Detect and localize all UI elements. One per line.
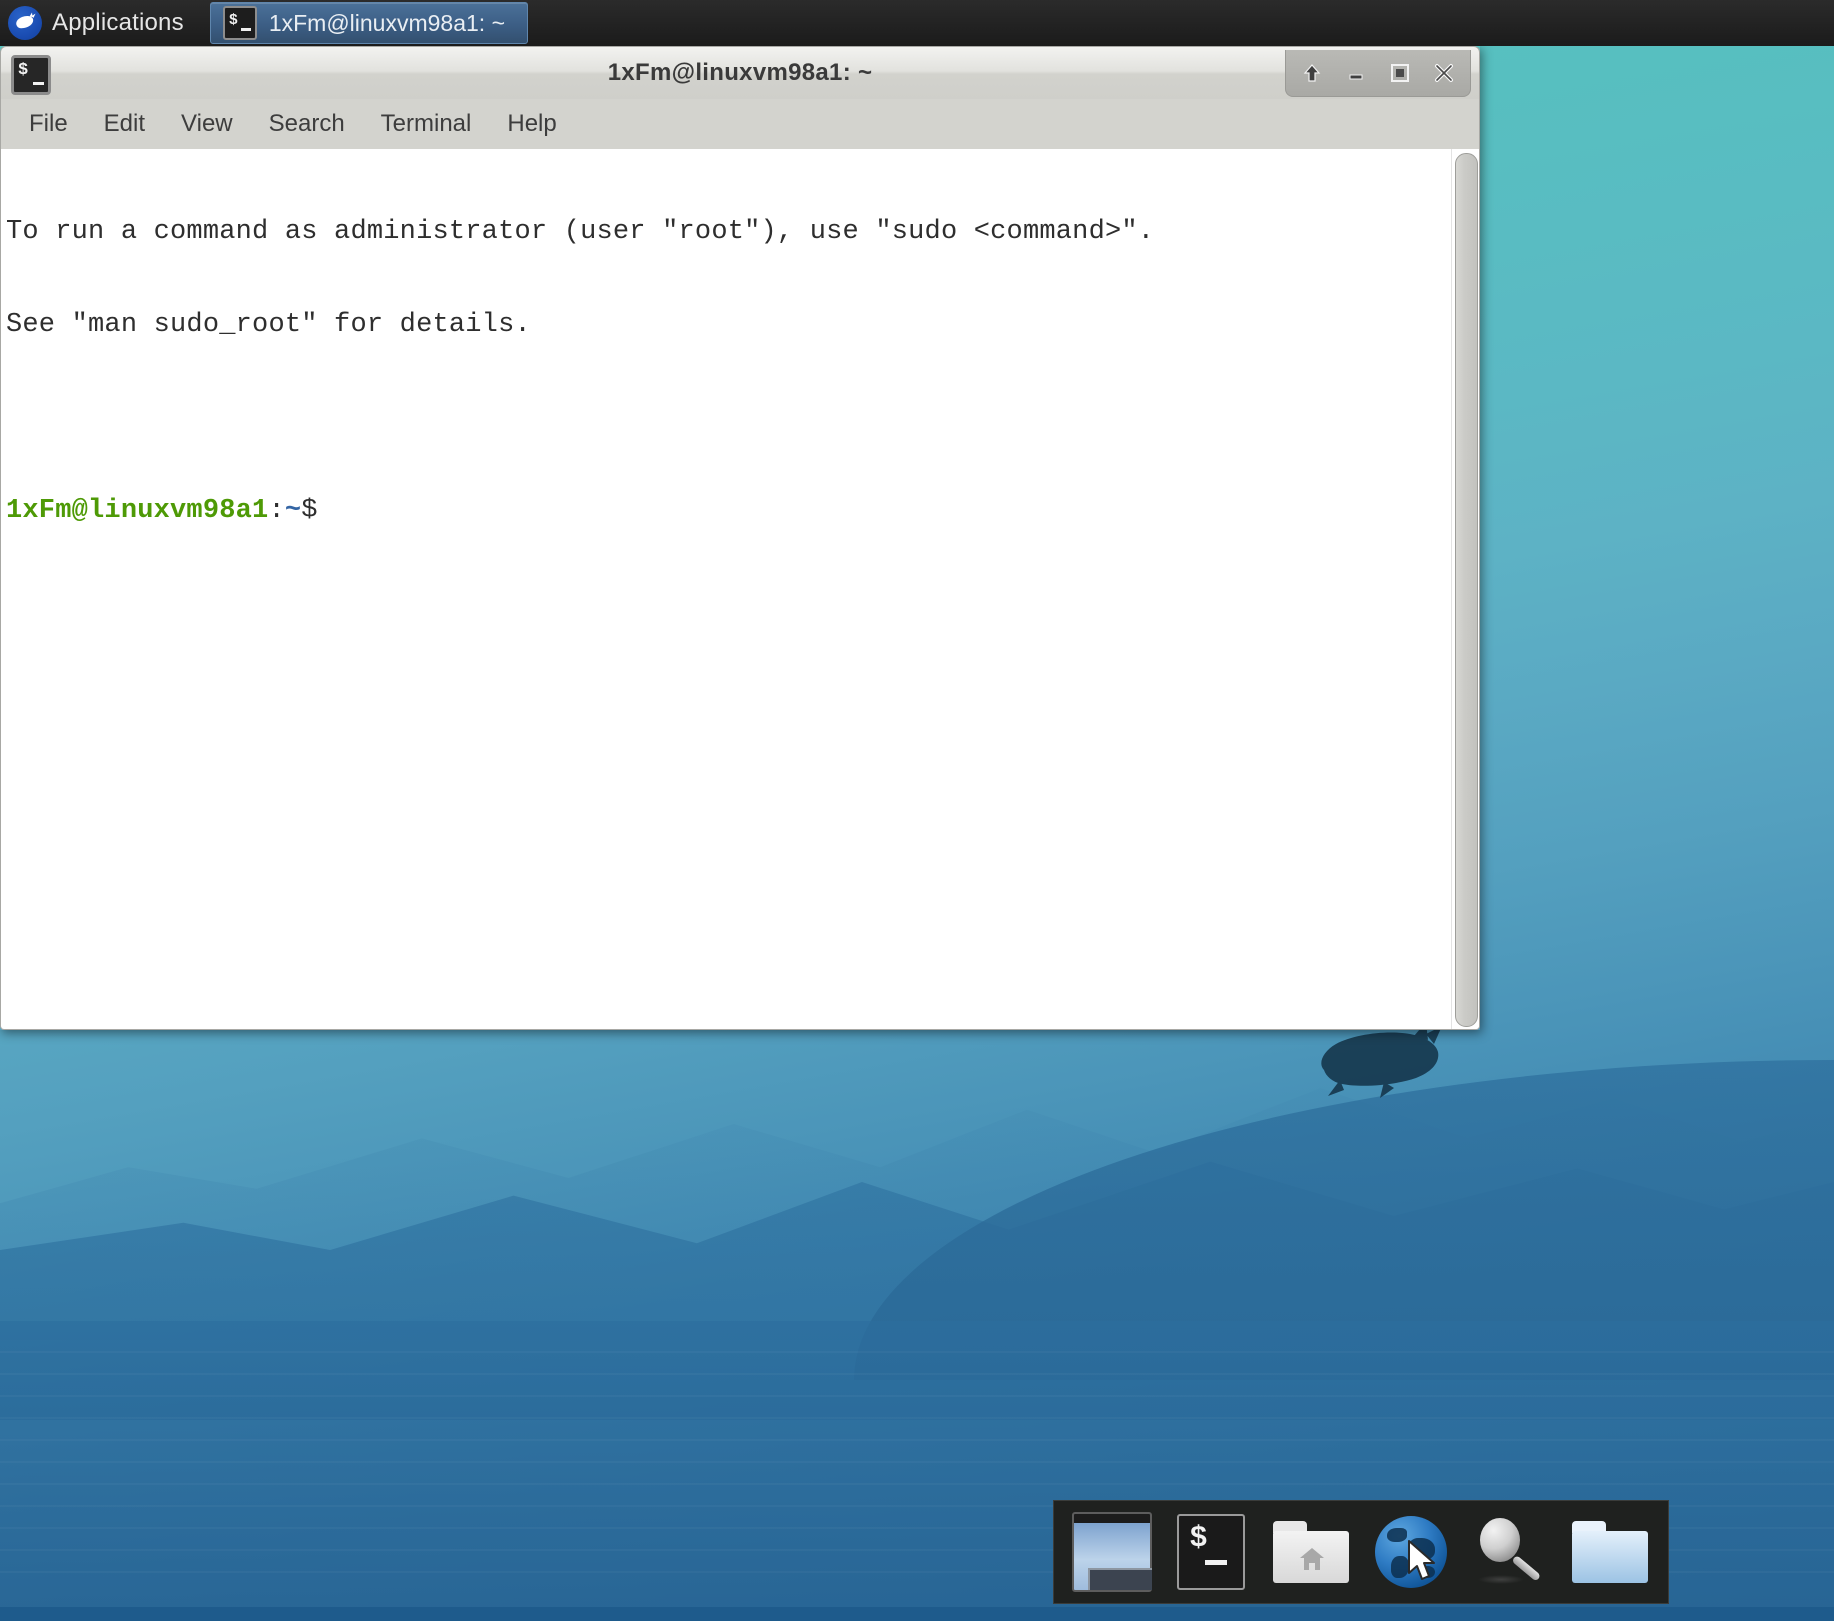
dock-item-file-manager[interactable] xyxy=(1568,1510,1652,1594)
menu-search[interactable]: Search xyxy=(253,104,361,144)
house-glyph-icon xyxy=(1300,1548,1325,1570)
taskbar-item-terminal[interactable]: 1xFm@linuxvm98a1: ~ xyxy=(209,2,529,44)
window-controls xyxy=(1285,50,1471,97)
magnifier-icon xyxy=(1474,1516,1546,1588)
terminal-menubar: File Edit View Search Terminal Help xyxy=(0,99,1480,149)
vertical-scrollbar[interactable] xyxy=(1451,149,1479,1029)
dock-item-home-folder[interactable] xyxy=(1269,1510,1353,1594)
top-panel: Applications 1xFm@linuxvm98a1: ~ xyxy=(0,0,1834,46)
desktop-screen: Applications 1xFm@linuxvm98a1: ~ 1xFm@li… xyxy=(0,0,1834,1621)
show-desktop-icon xyxy=(1071,1512,1152,1592)
terminal-icon xyxy=(1177,1514,1246,1590)
prompt-path: ~ xyxy=(284,496,302,526)
dock-item-web-browser[interactable] xyxy=(1369,1510,1453,1594)
terminal-icon xyxy=(222,6,257,40)
menu-help[interactable]: Help xyxy=(491,104,572,144)
wallpaper-bottom-band xyxy=(0,1607,1834,1621)
close-button[interactable] xyxy=(1424,53,1464,93)
taskbar-item-label: 1xFm@linuxvm98a1: ~ xyxy=(268,9,506,36)
window-titlebar[interactable]: 1xFm@linuxvm98a1: ~ xyxy=(0,46,1480,99)
applications-menu-button[interactable]: Applications xyxy=(0,0,200,46)
folder-icon xyxy=(1572,1521,1649,1583)
maximize-button[interactable] xyxy=(1380,53,1420,93)
xubuntu-mouse-icon xyxy=(8,6,42,40)
prompt-user-host: 1xFm@linuxvm98a1 xyxy=(6,496,269,526)
menu-terminal[interactable]: Terminal xyxy=(365,104,488,144)
dock-item-terminal[interactable] xyxy=(1169,1510,1253,1594)
dock-item-show-desktop[interactable] xyxy=(1070,1510,1154,1594)
scrollbar-thumb[interactable] xyxy=(1455,153,1478,1027)
prompt-sigil: $ xyxy=(301,496,318,526)
terminal-output-area[interactable]: To run a command as administrator (user … xyxy=(1,149,1451,1029)
terminal-icon xyxy=(11,55,51,95)
shade-button[interactable] xyxy=(1292,53,1332,93)
window-title: 1xFm@linuxvm98a1: ~ xyxy=(607,59,873,86)
terminal-line: To run a command as administrator (user … xyxy=(6,217,1155,247)
menu-file[interactable]: File xyxy=(13,104,84,144)
menu-view[interactable]: View xyxy=(165,104,249,144)
terminal-line: See "man sudo_root" for details. xyxy=(6,310,531,340)
terminal-window: 1xFm@linuxvm98a1: ~ xyxy=(0,46,1480,1030)
dock-panel xyxy=(1053,1500,1669,1604)
xubuntu-mouse-logo-icon xyxy=(1321,1022,1442,1098)
minimize-button[interactable] xyxy=(1336,53,1376,93)
dock-item-search[interactable] xyxy=(1468,1510,1552,1594)
mouse-cursor-icon xyxy=(1407,1540,1435,1580)
terminal-prompt-line: 1xFm@linuxvm98a1:~$ xyxy=(6,496,1451,527)
home-folder-icon xyxy=(1273,1521,1350,1583)
terminal-body: To run a command as administrator (user … xyxy=(0,149,1480,1030)
prompt-colon: : xyxy=(268,496,285,526)
applications-menu-label: Applications xyxy=(52,9,184,36)
menu-edit[interactable]: Edit xyxy=(88,104,161,144)
